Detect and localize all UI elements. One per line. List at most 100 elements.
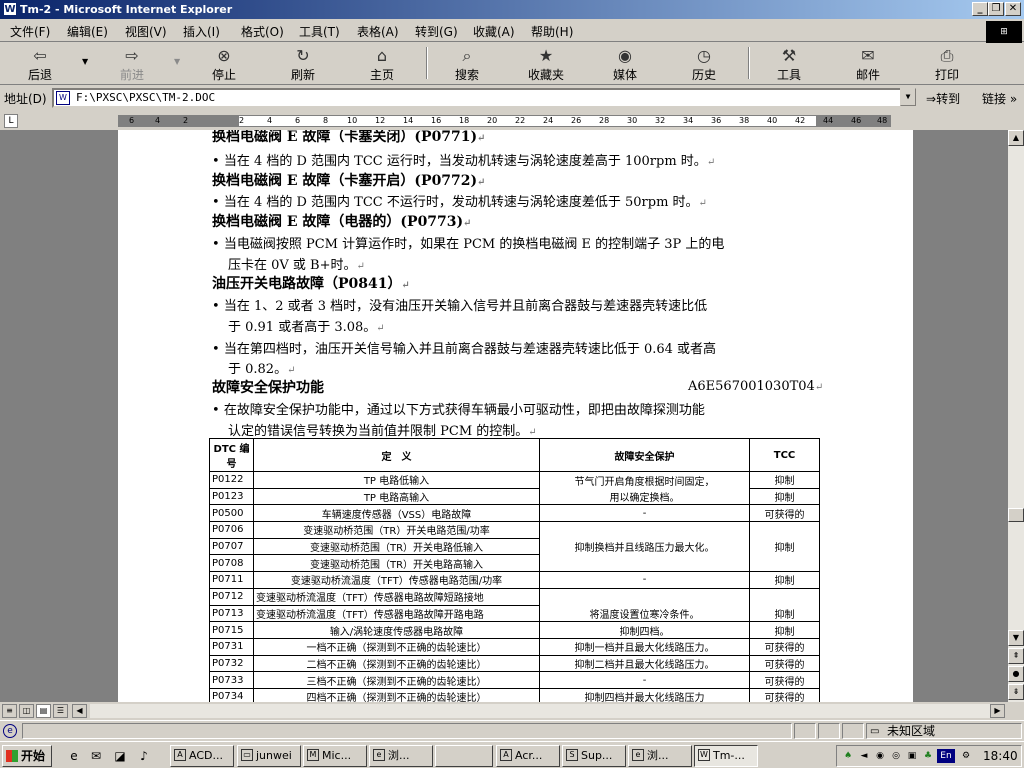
task-junwei[interactable]: ▭ junwei bbox=[237, 745, 301, 767]
normal-view-icon[interactable]: ≡ bbox=[2, 704, 17, 718]
task-tm2[interactable]: W Tm-... bbox=[694, 745, 758, 767]
go-button[interactable]: ⇒转到 bbox=[926, 90, 960, 107]
menu-table[interactable]: 表格(A) bbox=[357, 23, 399, 40]
dtc-failsafe: 抑制四档。 bbox=[539, 621, 750, 639]
document-view[interactable]: 换档电磁阀 E 故障（卡塞关闭）(P0771)↵ • 当在 4 档的 D 范围内… bbox=[0, 130, 1008, 702]
table-row: P0733 三档不正确（探测到不正确的齿轮速比） - 可获得的 bbox=[209, 671, 820, 689]
menu-edit[interactable]: 编辑(E) bbox=[67, 23, 108, 40]
refresh-button[interactable]: ↻ 刷新 bbox=[275, 46, 331, 82]
menu-favorites[interactable]: 收藏(A) bbox=[473, 23, 515, 40]
menu-view[interactable]: 视图(V) bbox=[125, 23, 167, 40]
security-zone: ▭ 未知区域 bbox=[866, 723, 1022, 739]
address-dropdown-icon[interactable]: ▼ bbox=[900, 88, 916, 106]
input-language-indicator[interactable]: En bbox=[937, 749, 955, 763]
dtc-definition: 二档不正确（探测到不正确的齿轮速比） bbox=[253, 654, 540, 673]
toolbar: ⇦ 后退 ▼ ⇨ 前进 ▼ ⊗ 停止 ↻ 刷新 ⌂ 主页 ⌕ 搜索 ★ 收藏夹 ◉ 媒体 ◷ 历史… bbox=[0, 43, 1024, 85]
home-button[interactable]: ⌂ 主页 bbox=[354, 46, 410, 82]
scroll-left-icon[interactable]: ◀ bbox=[72, 704, 87, 718]
bullet-p0773: • 当电磁阀按照 PCM 计算运作时，如果在 PCM 的换档电磁阀 E 的控制端… bbox=[212, 237, 725, 252]
forward-button[interactable]: ⇨ 前进 bbox=[104, 46, 160, 82]
favorites-button[interactable]: ★ 收藏夹 bbox=[518, 46, 574, 82]
tray-app-icon[interactable]: ▣ bbox=[905, 749, 919, 763]
search-button[interactable]: ⌕ 搜索 bbox=[439, 46, 495, 82]
ruler-tick: 8 bbox=[323, 116, 329, 125]
dtc-code: P0122 bbox=[209, 471, 254, 489]
dtc-failsafe: 将温度设置位寒冷条件。 bbox=[539, 605, 750, 623]
tray-app-icon[interactable]: ♣ bbox=[921, 749, 935, 763]
tray-app-icon[interactable]: ◉ bbox=[873, 749, 887, 763]
menu-insert[interactable]: 插入(I) bbox=[183, 23, 220, 40]
print-button[interactable]: ⎙ 打印 bbox=[919, 46, 975, 82]
close-button[interactable]: ✕ bbox=[1005, 2, 1021, 16]
ruler-tick: 24 bbox=[543, 116, 554, 125]
mail-button[interactable]: ✉ 邮件 bbox=[840, 46, 896, 82]
horizontal-scroll-track[interactable] bbox=[90, 704, 990, 718]
volume-tray-icon[interactable]: ◄ bbox=[857, 749, 871, 763]
browse-object-icon[interactable]: ● bbox=[1008, 666, 1024, 682]
quicklaunch-outlook-icon[interactable]: ✉ bbox=[88, 748, 104, 764]
task-microsoft[interactable]: M Mic... bbox=[303, 745, 367, 767]
start-button[interactable]: 开始 bbox=[2, 745, 52, 767]
bullet-p0773-cont: 压卡在 0V 或 B+时。↵ bbox=[228, 258, 365, 273]
task-sup[interactable]: S Sup... bbox=[562, 745, 626, 767]
task-blank[interactable] bbox=[435, 745, 493, 767]
web-view-icon[interactable]: ◫ bbox=[19, 704, 34, 718]
toolbar-separator bbox=[426, 47, 428, 79]
menu-tools[interactable]: 工具(T) bbox=[299, 23, 340, 40]
quicklaunch-desktop-icon[interactable]: ◪ bbox=[112, 748, 128, 764]
previous-page-icon[interactable]: ⇞ bbox=[1008, 648, 1024, 664]
minimize-button[interactable]: _ bbox=[972, 2, 988, 16]
menu-goto[interactable]: 转到(G) bbox=[415, 23, 458, 40]
back-dropdown-icon[interactable]: ▼ bbox=[82, 57, 88, 66]
scroll-thumb[interactable] bbox=[1008, 508, 1024, 522]
next-page-icon[interactable]: ⇟ bbox=[1008, 684, 1024, 700]
section-id: A6E567001030T04↵ bbox=[688, 379, 824, 394]
ruler-tick: 12 bbox=[375, 116, 386, 125]
back-button[interactable]: ⇦ 后退 bbox=[12, 46, 68, 82]
scroll-down-icon[interactable]: ▼ bbox=[1008, 630, 1024, 646]
dtc-tcc: 可获得的 bbox=[749, 654, 820, 673]
maximize-button[interactable]: ❐ bbox=[988, 2, 1004, 16]
task-acrobat[interactable]: A Acr... bbox=[496, 745, 560, 767]
media-button[interactable]: ◉ 媒体 bbox=[597, 46, 653, 82]
network-tray-icon[interactable]: ♠ bbox=[841, 749, 855, 763]
dtc-tcc: 抑制 bbox=[749, 621, 820, 639]
heading-p0841: 油压开关电路故障（P0841）↵ bbox=[212, 276, 410, 292]
favorites-star-icon: ★ bbox=[538, 46, 554, 65]
task-acdsee[interactable]: A ACD... bbox=[170, 745, 234, 767]
dtc-failsafe: 抑制四档并最大化线路压力 bbox=[539, 687, 750, 702]
tray-app-icon[interactable]: ◎ bbox=[889, 749, 903, 763]
dtc-failsafe bbox=[539, 521, 750, 539]
dtc-definition: 变速驱动桥流温度（TFT）传感器电路故障开路电路 bbox=[253, 604, 540, 623]
outline-view-icon[interactable]: ☰ bbox=[53, 704, 68, 718]
heading-p0773: 换档电磁阀 E 故障（电器的）(P0773)↵ bbox=[212, 214, 472, 230]
dtc-tcc bbox=[749, 554, 820, 573]
horizontal-ruler[interactable]: 6 4 2 2 4 6 8 10 12 14 16 18 20 22 24 26… bbox=[118, 115, 891, 127]
dtc-definition: 变速驱动桥范围（TR）开关电路高输入 bbox=[253, 554, 540, 573]
tab-stop-selector[interactable]: L bbox=[4, 114, 18, 128]
task-browser-1[interactable]: e 浏... bbox=[369, 745, 433, 767]
print-view-icon[interactable]: ▤ bbox=[36, 704, 51, 718]
menu-help[interactable]: 帮助(H) bbox=[531, 23, 573, 40]
scroll-up-icon[interactable]: ▲ bbox=[1008, 130, 1024, 146]
quicklaunch-ie-icon[interactable]: e bbox=[66, 748, 82, 764]
task-browser-2[interactable]: e 浏... bbox=[628, 745, 692, 767]
tools-button[interactable]: ⚒ 工具 bbox=[761, 46, 817, 82]
links-button[interactable]: 链接 » bbox=[982, 90, 1017, 107]
address-bar: 地址(D) W F:\PXSC\PXSC\TM-2.DOC ▼ ⇒转到 链接 » bbox=[0, 86, 1024, 110]
history-button[interactable]: ◷ 历史 bbox=[676, 46, 732, 82]
status-pane bbox=[794, 723, 816, 739]
ruler-tick: 44 bbox=[823, 116, 834, 125]
vertical-scrollbar[interactable]: ▲ ▼ ⇞ ● ⇟ bbox=[1008, 130, 1024, 702]
forward-dropdown-icon[interactable]: ▼ bbox=[174, 57, 180, 66]
dtc-failsafe bbox=[539, 587, 750, 605]
quicklaunch-media-icon[interactable]: ♪ bbox=[136, 748, 152, 764]
menu-file[interactable]: 文件(F) bbox=[10, 23, 50, 40]
menu-format[interactable]: 格式(O) bbox=[241, 23, 284, 40]
ruler-tick: 6 bbox=[295, 116, 301, 125]
dtc-failsafe: 抑制二档并且最大化线路压力。 bbox=[539, 654, 750, 673]
address-input[interactable]: W F:\PXSC\PXSC\TM-2.DOC ▼ bbox=[52, 88, 916, 108]
tray-app-icon[interactable]: ⚙ bbox=[959, 749, 973, 763]
scroll-right-icon[interactable]: ▶ bbox=[990, 704, 1005, 718]
stop-button[interactable]: ⊗ 停止 bbox=[196, 46, 252, 82]
